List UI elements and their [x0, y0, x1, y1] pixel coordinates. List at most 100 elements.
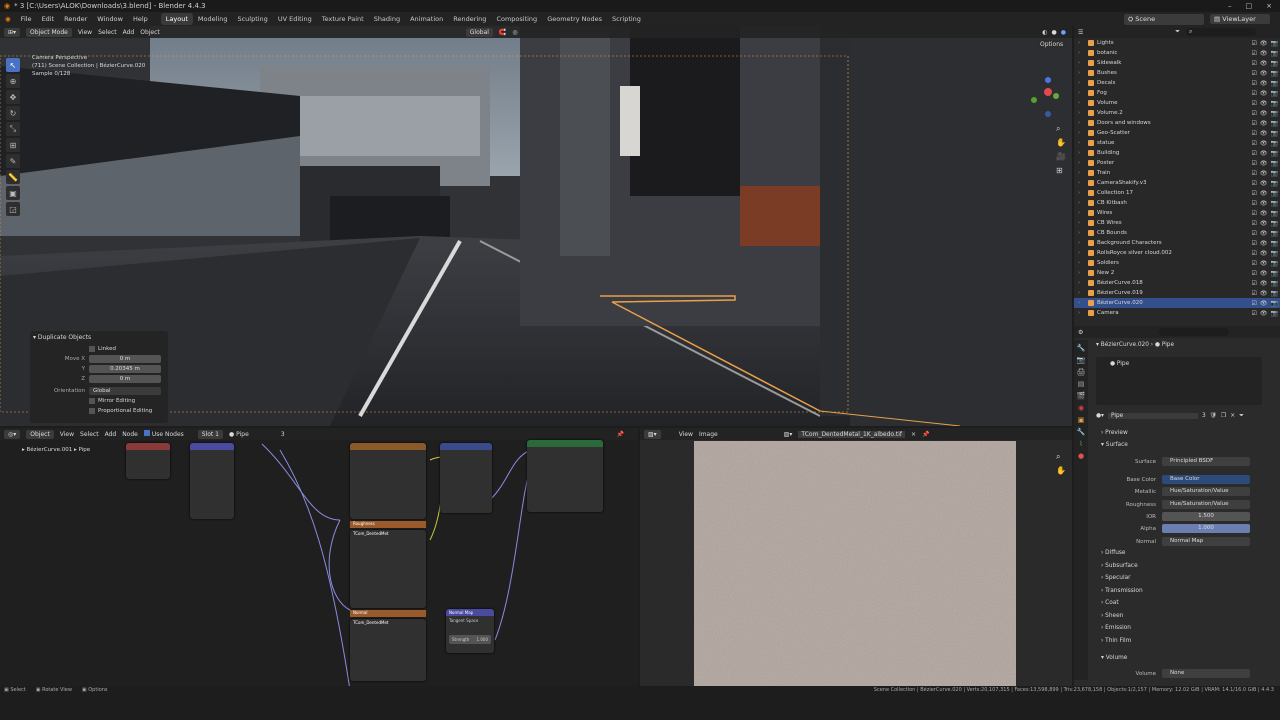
scene-tab-icon[interactable]: 🎬 [1077, 392, 1086, 400]
menu-edit[interactable]: Edit [37, 15, 60, 23]
editor-type-button[interactable]: ⊞▾ [4, 27, 21, 37]
visibility-eye-icon[interactable]: 👁 [1260, 300, 1268, 307]
maximize-button[interactable]: □ [1246, 2, 1253, 10]
normal-map-space[interactable]: Tangent Space [446, 616, 494, 625]
camera-view-icon[interactable]: 🎥 [1056, 150, 1066, 164]
tab-compositing[interactable]: Compositing [491, 13, 542, 25]
expand-arrow-icon[interactable]: › [1078, 280, 1080, 286]
expand-arrow-icon[interactable]: › [1078, 210, 1080, 216]
visibility-eye-icon[interactable]: 👁 [1260, 280, 1268, 287]
panel-title[interactable]: ▾ Duplicate Objects [33, 334, 165, 341]
exclude-checkbox-icon[interactable]: ☑ [1252, 290, 1257, 297]
blender-menu-icon[interactable]: ◉ [0, 15, 16, 23]
expand-arrow-icon[interactable]: › [1078, 180, 1080, 186]
node-material-users[interactable]: 3 [281, 431, 285, 438]
normal-map-node[interactable]: Normal Map Tangent Space Strength 1.000 [446, 609, 494, 653]
roughness-frame-label[interactable]: Roughness [350, 521, 426, 528]
outliner-item[interactable]: › statue ☑ 👁 📷 [1074, 138, 1280, 148]
outliner[interactable]: ☰ ⏷ ⌕ › Lights ☑ 👁 📷 › botanic ☑ 👁 📷 › Sidewalk ☑ 👁 📷 ›… [1074, 26, 1280, 326]
exclude-checkbox-icon[interactable]: ☑ [1252, 260, 1257, 267]
roughness-field[interactable]: Hue/Saturation/Value [1162, 500, 1250, 509]
orientation-dropdown[interactable]: Global [89, 387, 161, 395]
visibility-eye-icon[interactable]: 👁 [1260, 220, 1268, 227]
modifier-tab-icon[interactable]: 🔧 [1077, 428, 1086, 436]
expand-arrow-icon[interactable]: › [1078, 50, 1080, 56]
pan-hand-icon[interactable]: ✋ [1056, 136, 1066, 150]
expand-arrow-icon[interactable]: › [1078, 40, 1080, 46]
visibility-eye-icon[interactable]: 👁 [1260, 80, 1268, 87]
object-tab-icon[interactable]: ▣ [1078, 416, 1085, 424]
rotate-tool-icon[interactable]: ↻ [6, 106, 20, 120]
render-camera-icon[interactable]: 📷 [1271, 120, 1278, 127]
subsection-emission[interactable]: › Emission [1101, 625, 1131, 631]
render-camera-icon[interactable]: 📷 [1271, 110, 1278, 117]
properties-search-input[interactable] [1159, 328, 1230, 336]
unlink-material-icon[interactable]: × [1230, 413, 1235, 419]
render-camera-icon[interactable]: 📷 [1271, 150, 1278, 157]
outliner-search-input[interactable]: ⌕ [1186, 28, 1256, 36]
expand-arrow-icon[interactable]: › [1078, 260, 1080, 266]
exclude-checkbox-icon[interactable]: ☑ [1252, 190, 1257, 197]
expand-arrow-icon[interactable]: › [1078, 60, 1080, 66]
render-camera-icon[interactable]: 📷 [1271, 230, 1278, 237]
expand-arrow-icon[interactable]: › [1078, 290, 1080, 296]
overlay-icon[interactable]: ◐ [1042, 29, 1047, 36]
render-camera-icon[interactable]: 📷 [1271, 180, 1278, 187]
outliner-item[interactable]: › Volume.2 ☑ 👁 📷 [1074, 108, 1280, 118]
exclude-checkbox-icon[interactable]: ☑ [1252, 270, 1257, 277]
expand-arrow-icon[interactable]: › [1078, 80, 1080, 86]
normal-field[interactable]: Normal Map [1162, 537, 1250, 546]
properties-editor-icon[interactable]: ⚙ [1078, 329, 1083, 336]
material-filter-icon[interactable]: ⏷ [1239, 413, 1244, 420]
outliner-item[interactable]: › New 2 ☑ 👁 📷 [1074, 268, 1280, 278]
render-camera-icon[interactable]: 📷 [1271, 200, 1278, 207]
subsection-specular[interactable]: › Specular [1101, 575, 1131, 581]
proportional-checkbox[interactable] [89, 408, 95, 414]
data-tab-icon[interactable]: ⌇ [1079, 440, 1082, 448]
surface-shader-field[interactable]: Principled BSDF [1162, 457, 1250, 466]
node-object-selector[interactable]: Object [26, 429, 54, 439]
exclude-checkbox-icon[interactable]: ☑ [1252, 60, 1257, 67]
visibility-eye-icon[interactable]: 👁 [1260, 70, 1268, 77]
viewlayer-selector[interactable]: ▤ ViewLayer [1210, 14, 1270, 24]
outliner-item[interactable]: › Background Characters ☑ 👁 📷 [1074, 238, 1280, 248]
normal-strength-field[interactable]: Strength 1.000 [449, 635, 491, 644]
outliner-item[interactable]: › Wires ☑ 👁 📷 [1074, 208, 1280, 218]
base-color-field[interactable]: Base Color [1162, 475, 1250, 484]
add-cube-tool-icon[interactable]: ▣ [6, 186, 20, 200]
expand-arrow-icon[interactable]: › [1078, 170, 1080, 176]
outliner-item[interactable]: › Soldiers ☑ 👁 📷 [1074, 258, 1280, 268]
outliner-item[interactable]: › CameraShakify.v3 ☑ 👁 📷 [1074, 178, 1280, 188]
render-camera-icon[interactable]: 📷 [1271, 170, 1278, 177]
snap-icon[interactable]: 🧲 [499, 29, 506, 36]
exclude-checkbox-icon[interactable]: ☑ [1252, 80, 1257, 87]
cursor-tool-icon[interactable]: ⊕ [6, 74, 20, 88]
image-browse-icon[interactable]: ▨▾ [784, 431, 793, 438]
outliner-item[interactable]: › Building ☑ 👁 📷 [1074, 148, 1280, 158]
tab-animation[interactable]: Animation [405, 13, 448, 25]
exclude-checkbox-icon[interactable]: ☑ [1252, 130, 1257, 137]
mode-selector[interactable]: Object Mode [26, 27, 72, 37]
tab-sculpting[interactable]: Sculpting [232, 13, 272, 25]
expand-arrow-icon[interactable]: › [1078, 110, 1080, 116]
subsection-sheen[interactable]: › Sheen [1101, 613, 1123, 619]
ior-field[interactable]: 1.500 [1162, 512, 1250, 521]
exclude-checkbox-icon[interactable]: ☑ [1252, 50, 1257, 57]
mapping-node[interactable] [190, 443, 234, 519]
expand-arrow-icon[interactable]: › [1078, 120, 1080, 126]
expand-arrow-icon[interactable]: › [1078, 270, 1080, 276]
visibility-eye-icon[interactable]: 👁 [1260, 110, 1268, 117]
texcoord-node[interactable] [126, 443, 170, 479]
principled-bsdf-node[interactable] [527, 440, 603, 512]
expand-arrow-icon[interactable]: › [1078, 250, 1080, 256]
render-camera-icon[interactable]: 📷 [1271, 50, 1278, 57]
shading-rendered-icon[interactable]: ● [1061, 29, 1066, 36]
volume-section[interactable]: ▾ Volume [1101, 655, 1127, 661]
image-texture-node-1[interactable] [350, 443, 426, 519]
visibility-eye-icon[interactable]: 👁 [1260, 250, 1268, 257]
subsection-coat[interactable]: › Coat [1101, 600, 1119, 606]
outliner-item[interactable]: › Bushes ☑ 👁 📷 [1074, 68, 1280, 78]
measure-tool-icon[interactable]: 📏 [6, 170, 20, 184]
render-camera-icon[interactable]: 📷 [1271, 70, 1278, 77]
move-z-field[interactable]: 0 m [89, 375, 161, 383]
